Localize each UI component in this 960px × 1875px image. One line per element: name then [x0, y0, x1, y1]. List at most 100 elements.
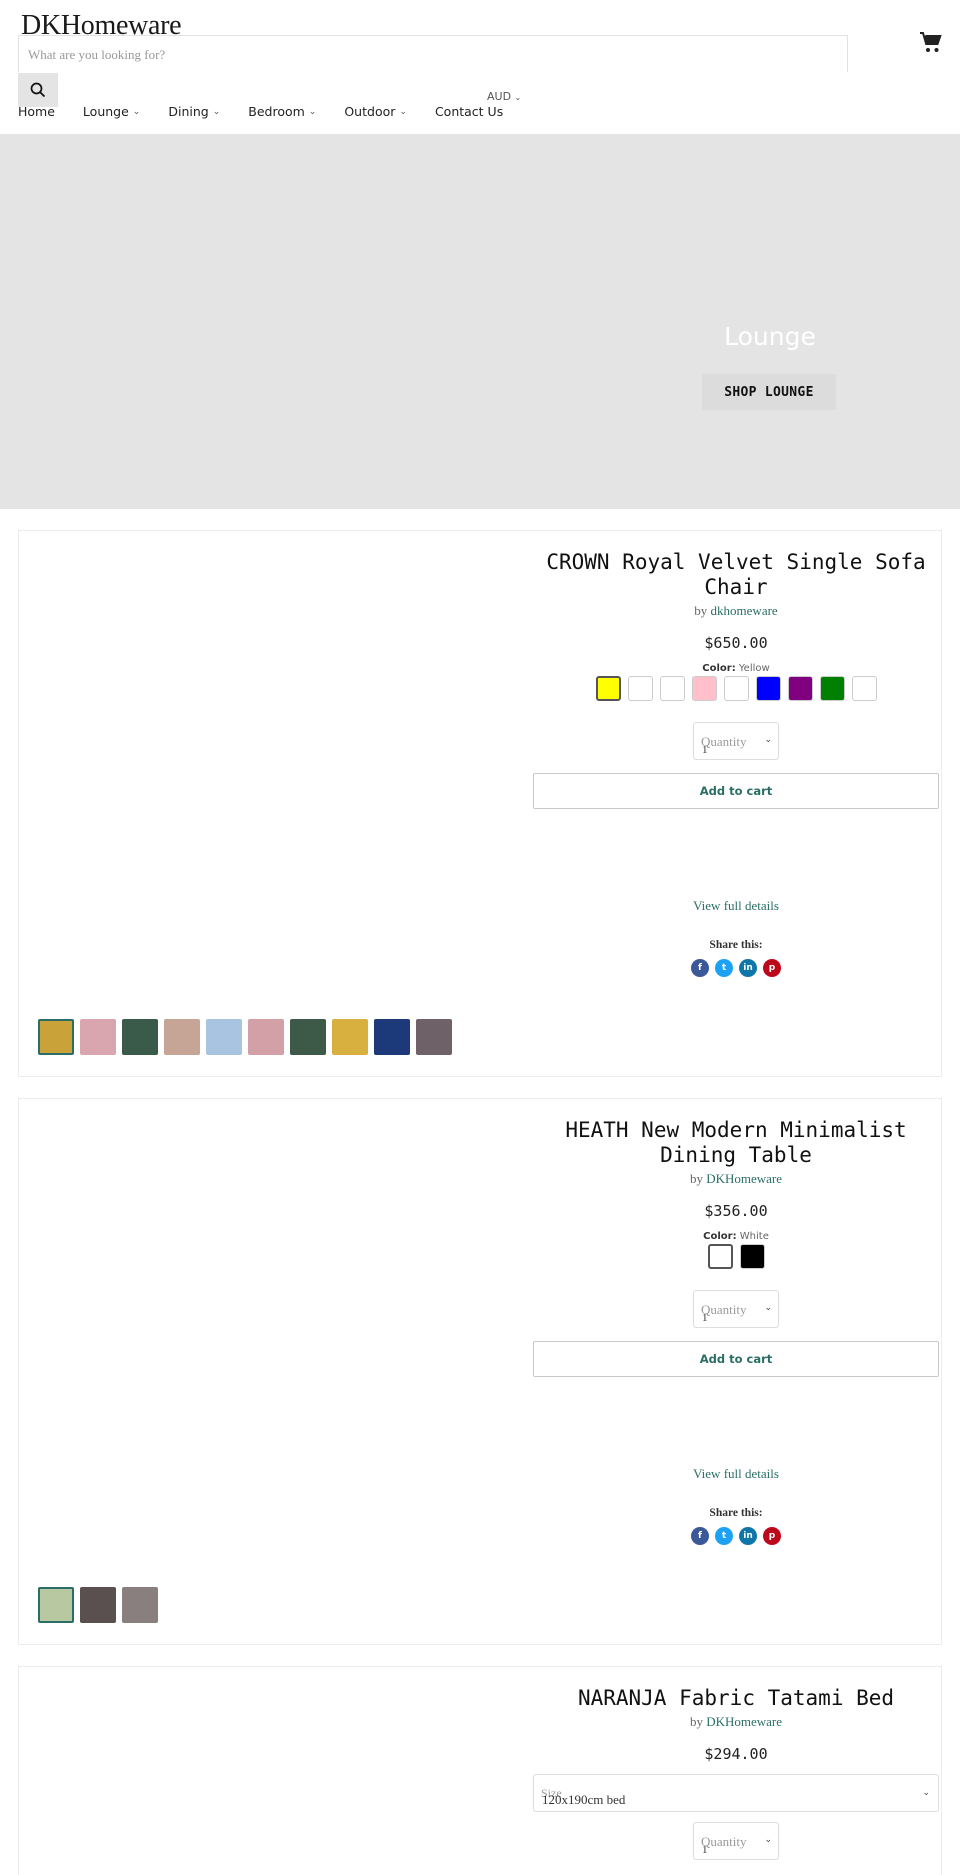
- share-label: Share this:: [709, 1507, 763, 1519]
- quantity-value: 1: [702, 1312, 708, 1324]
- share-icons: f t in p: [516, 1527, 956, 1545]
- color-swatch[interactable]: [595, 676, 621, 701]
- quantity-select[interactable]: Quantity 1 ⌄: [693, 1290, 779, 1328]
- color-swatch[interactable]: [707, 1244, 733, 1269]
- nav-label: Outdoor: [344, 104, 396, 119]
- color-swatches: [516, 1244, 956, 1269]
- nav-contact[interactable]: Contact Us: [435, 104, 503, 119]
- color-swatches: [516, 676, 956, 701]
- vendor-link[interactable]: dkhomeware: [711, 603, 778, 618]
- nav-home[interactable]: Home: [18, 104, 55, 119]
- color-swatch[interactable]: [691, 676, 717, 701]
- product-thumbnail[interactable]: [38, 1019, 74, 1055]
- product-thumbnails: [38, 1019, 452, 1055]
- color-swatch[interactable]: [723, 676, 749, 701]
- product-price: $294.00: [704, 1745, 768, 1763]
- linkedin-icon[interactable]: in: [739, 959, 757, 977]
- cart-icon[interactable]: [919, 31, 943, 55]
- product-thumbnail[interactable]: [122, 1587, 158, 1623]
- product-price: $356.00: [704, 1202, 768, 1220]
- nav-label: Home: [18, 104, 55, 119]
- product-thumbnail[interactable]: [248, 1019, 284, 1055]
- product-thumbnail[interactable]: [80, 1587, 116, 1623]
- product-thumbnail[interactable]: [206, 1019, 242, 1055]
- product-card: HEATH New Modern Minimalist Dining Table …: [18, 1098, 942, 1645]
- nav-label: Lounge: [82, 104, 129, 119]
- nav-bedroom[interactable]: Bedroom ⌄: [248, 104, 316, 119]
- product-card: CROWN Royal Velvet Single Sofa Chair by d…: [18, 530, 942, 1077]
- product-thumbnail[interactable]: [122, 1019, 158, 1055]
- size-value: 120x190cm bed: [542, 1792, 626, 1807]
- search-button[interactable]: [18, 73, 58, 107]
- color-swatch[interactable]: [739, 1244, 765, 1269]
- product-thumbnail[interactable]: [416, 1019, 452, 1055]
- product-title[interactable]: HEATH New Modern Minimalist Dining Table: [516, 1118, 956, 1168]
- view-details-link[interactable]: View full details: [516, 898, 956, 914]
- color-swatch[interactable]: [787, 676, 813, 701]
- facebook-icon[interactable]: f: [691, 959, 709, 977]
- color-label: Color: White: [703, 1231, 769, 1242]
- chevron-down-icon: ⌄: [399, 106, 407, 117]
- nav-lounge[interactable]: Lounge ⌄: [83, 104, 140, 119]
- color-swatch[interactable]: [819, 676, 845, 701]
- size-select[interactable]: Size 120x190cm bed ⌄: [533, 1774, 939, 1812]
- quantity-value: 1: [702, 744, 708, 756]
- facebook-icon[interactable]: f: [691, 1527, 709, 1545]
- product-thumbnail[interactable]: [290, 1019, 326, 1055]
- product-thumbnail[interactable]: [332, 1019, 368, 1055]
- quantity-label: Quantity: [701, 1834, 747, 1849]
- twitter-icon[interactable]: t: [715, 959, 733, 977]
- shop-lounge-button[interactable]: SHOP LOUNGE: [702, 374, 836, 410]
- color-swatch[interactable]: [627, 676, 653, 701]
- product-thumbnail[interactable]: [38, 1587, 74, 1623]
- chevron-down-icon: ⌄: [764, 1302, 772, 1312]
- color-swatch[interactable]: [659, 676, 685, 701]
- view-details-link[interactable]: View full details: [516, 1466, 956, 1482]
- product-title[interactable]: NARANJA Fabric Tatami Bed: [516, 1686, 956, 1711]
- quantity-label: Quantity: [701, 734, 747, 749]
- chevron-down-icon: ⌄: [212, 106, 221, 117]
- vendor-link[interactable]: DKHomeware: [706, 1171, 782, 1186]
- pinterest-icon[interactable]: p: [763, 1527, 781, 1545]
- hero-banner: Lounge SHOP LOUNGE: [0, 134, 960, 509]
- product-thumbnail[interactable]: [374, 1019, 410, 1055]
- product-title[interactable]: CROWN Royal Velvet Single Sofa Chair: [516, 550, 956, 600]
- vendor-link[interactable]: DKHomeware: [706, 1714, 782, 1729]
- product-thumbnail[interactable]: [164, 1019, 200, 1055]
- nav-label: Dining: [168, 104, 209, 119]
- share-label: Share this:: [709, 939, 763, 951]
- quantity-label: Quantity: [701, 1302, 747, 1317]
- chevron-down-icon: ⌄: [132, 106, 141, 117]
- add-to-cart-button[interactable]: Add to cart: [533, 1341, 939, 1377]
- nav-outdoor[interactable]: Outdoor ⌄: [344, 104, 407, 119]
- chevron-down-icon: ⌄: [308, 106, 317, 117]
- nav-label: Bedroom: [248, 104, 305, 119]
- hero-title: Lounge: [724, 322, 816, 351]
- main-nav: Home Lounge ⌄ Dining ⌄ Bedroom ⌄ Outdoor ⌄ C…: [18, 104, 531, 119]
- color-swatch[interactable]: [755, 676, 781, 701]
- nav-label: Contact Us: [434, 104, 504, 119]
- product-vendor: by DKHomeware: [689, 1714, 783, 1729]
- color-label: Color: Yellow: [702, 663, 770, 674]
- product-thumbnail[interactable]: [80, 1019, 116, 1055]
- pinterest-icon[interactable]: p: [763, 959, 781, 977]
- quantity-value: 1: [702, 1844, 708, 1856]
- search-input[interactable]: What are you looking for?: [18, 35, 848, 72]
- add-to-cart-button[interactable]: Add to cart: [533, 773, 939, 809]
- site-header: DKHomeware What are you looking for? Hom…: [0, 0, 960, 134]
- search-icon: [30, 82, 46, 98]
- chevron-down-icon: ⌄: [922, 1787, 930, 1797]
- quantity-select[interactable]: Quantity 1 ⌄: [693, 1822, 779, 1860]
- nav-dining[interactable]: Dining ⌄: [168, 104, 220, 119]
- color-swatch[interactable]: [851, 676, 877, 701]
- product-thumbnails: [38, 1587, 158, 1623]
- currency-label: AUD: [487, 90, 512, 103]
- chevron-down-icon: ⌄: [514, 93, 522, 102]
- linkedin-icon[interactable]: in: [739, 1527, 757, 1545]
- twitter-icon[interactable]: t: [715, 1527, 733, 1545]
- share-icons: f t in p: [516, 959, 956, 977]
- currency-selector[interactable]: AUD ⌄: [487, 90, 521, 103]
- product-vendor: by DKHomeware: [689, 1171, 783, 1186]
- product-card: NARANJA Fabric Tatami Bed by DKHomeware …: [18, 1666, 942, 1875]
- quantity-select[interactable]: Quantity 1 ⌄: [693, 722, 779, 760]
